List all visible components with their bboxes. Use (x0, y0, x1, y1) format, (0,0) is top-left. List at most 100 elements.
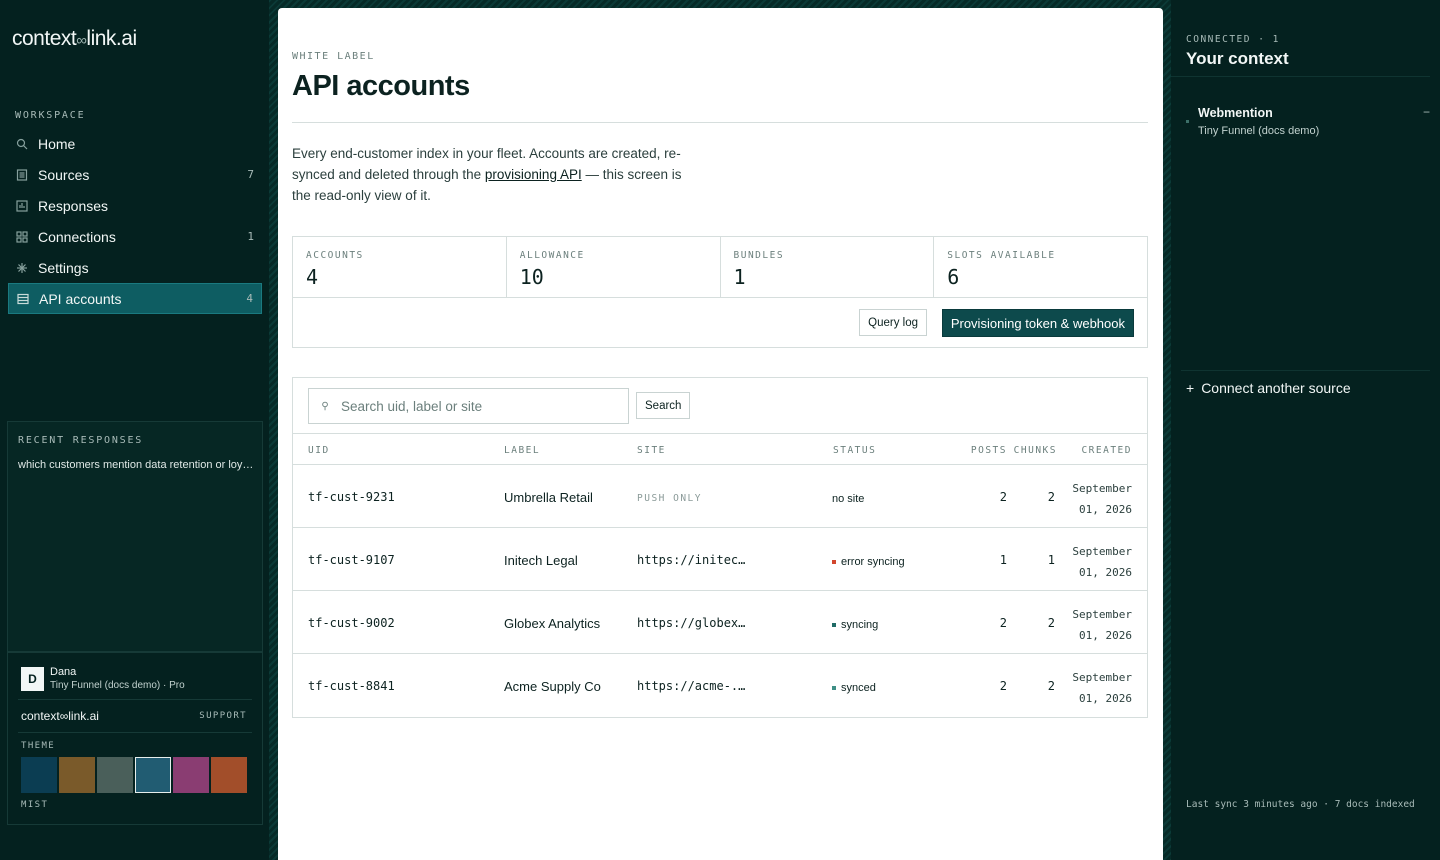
created-month: September (1072, 545, 1132, 558)
cell-status: no site (832, 493, 864, 505)
divider (1181, 370, 1430, 371)
cell-label: Umbrella Retail (504, 490, 593, 505)
sidebar-item-connections[interactable]: Connections 1 (8, 221, 262, 252)
status-text: no site (832, 493, 865, 505)
created-day-year: 01, 2026 (1079, 692, 1132, 705)
theme-swatch[interactable] (97, 757, 133, 793)
remove-source-button[interactable]: − (1423, 105, 1430, 119)
connected-count-label: CONNECTED · 1 (1186, 34, 1280, 45)
table-header: UID LABEL SITE STATUS POSTS CHUNKS CREAT… (293, 434, 1147, 465)
divider (1171, 76, 1430, 77)
sidebar-item-settings[interactable]: Settings (8, 252, 262, 283)
created-month: September (1072, 482, 1132, 495)
cell-created: September 01, 2026 (1042, 478, 1132, 520)
sidebar-item-label: Responses (38, 197, 109, 214)
theme-swatch[interactable] (173, 757, 209, 793)
stat-label: ALLOWANCE (519, 250, 585, 261)
cell-site[interactable]: https://initech-... (637, 553, 747, 567)
workspace-label: WORKSPACE (15, 110, 86, 121)
column-header-site[interactable]: SITE (637, 445, 666, 456)
stat-value: 6 (947, 265, 960, 289)
cell-site[interactable]: https://globex-... (637, 616, 747, 630)
page-eyebrow: WHITE LABEL (292, 51, 375, 62)
theme-swatch[interactable] (211, 757, 247, 793)
stat-value: 4 (306, 265, 319, 289)
sidebar-item-responses[interactable]: Responses (8, 190, 262, 221)
search-icon (16, 137, 30, 151)
stats-panel: ACCOUNTS 4 ALLOWANCE 10 BUNDLES 1 SLOTS … (292, 236, 1148, 348)
logo-text-right: link.ai (86, 27, 137, 50)
recent-responses-title: RECENT RESPONSES (18, 435, 144, 446)
table-row[interactable]: tf-cust-8841 Acme Supply Co https://acme… (293, 654, 1147, 717)
column-header-chunks[interactable]: CHUNKS (1014, 445, 1057, 456)
table-row[interactable]: tf-cust-9231 Umbrella Retail PUSH ONLY n… (293, 465, 1147, 528)
search-button[interactable]: Search (636, 392, 691, 419)
cell-uid: tf-cust-9231 (308, 490, 395, 504)
cell-site[interactable]: https://acme-... (637, 679, 747, 693)
status-dot (832, 686, 836, 690)
app-logo[interactable]: context∞link.ai (12, 27, 137, 51)
cell-posts: 1 (999, 553, 1007, 567)
sidebar-item-count: 1 (247, 230, 254, 243)
sidebar-item-sources[interactable]: Sources 7 (8, 159, 262, 190)
theme-swatch-selected[interactable] (135, 757, 171, 793)
column-header-uid[interactable]: UID (308, 445, 330, 456)
stats-actions: Query log Provisioning token & webhook (293, 298, 1147, 347)
context-panel: CONNECTED · 1 Your context Webmention Ti… (1171, 0, 1440, 860)
avatar[interactable]: D (21, 667, 44, 691)
divider (18, 699, 252, 700)
stat-label: SLOTS AVAILABLE (947, 250, 1056, 261)
provisioning-api-link[interactable]: provisioning API (485, 167, 582, 182)
divider (292, 122, 1148, 123)
accounts-table: ⚲ Search UID LABEL SITE STATUS POSTS CHU… (292, 377, 1148, 718)
cell-site: PUSH ONLY (637, 493, 702, 504)
search-input[interactable] (341, 398, 621, 414)
sidebar-item-label: Home (38, 135, 76, 152)
created-month: September (1072, 608, 1132, 621)
created-day-year: 01, 2026 (1079, 629, 1132, 642)
stat-bundles: BUNDLES 1 (721, 237, 935, 297)
stat-value: 10 (519, 265, 544, 289)
cell-posts: 2 (999, 490, 1007, 504)
column-header-posts[interactable]: POSTS (971, 445, 1007, 456)
cell-status: synced (832, 682, 876, 694)
context-title: Your context (1186, 49, 1289, 68)
plus-icon: + (1186, 380, 1195, 396)
sidebar-item-label: Sources (38, 166, 90, 183)
cell-status: error syncing (832, 556, 905, 568)
cell-uid: tf-cust-9107 (308, 553, 395, 567)
search-field[interactable]: ⚲ (308, 388, 629, 424)
cell-created: September 01, 2026 (1042, 541, 1132, 583)
column-header-label[interactable]: LABEL (504, 445, 540, 456)
provisioning-token-button[interactable]: Provisioning token & webhook (941, 309, 1134, 337)
status-text: syncing (841, 619, 879, 631)
sidebar-item-api-accounts[interactable]: API accounts 4 (8, 283, 262, 314)
logo-link-symbol: ∞ (76, 32, 87, 49)
support-link[interactable]: SUPPORT (199, 711, 247, 721)
last-sync-status: Last sync 3 minutes ago · 7 docs indexed (1186, 799, 1415, 810)
query-log-button[interactable]: Query log (859, 309, 927, 336)
column-header-created[interactable]: CREATED (1081, 445, 1132, 456)
sidebar-item-home[interactable]: Home (8, 128, 262, 159)
sidebar: context∞link.ai WORKSPACE Home Sources 7… (0, 0, 269, 860)
stats-row: ACCOUNTS 4 ALLOWANCE 10 BUNDLES 1 SLOTS … (293, 237, 1147, 298)
cell-created: September 01, 2026 (1042, 604, 1132, 646)
cell-created: September 01, 2026 (1042, 667, 1132, 709)
source-workspace: Tiny Funnel (docs demo) (1198, 125, 1320, 137)
main-content: WHITE LABEL API accounts Every end-custo… (278, 8, 1163, 860)
search-bar: ⚲ Search (293, 378, 1147, 434)
page-title: API accounts (292, 70, 470, 102)
stat-value: 1 (733, 265, 746, 289)
footer-logo: context∞link.ai (21, 709, 99, 723)
column-header-status[interactable]: STATUS (833, 445, 876, 456)
recent-response-item[interactable]: which customers mention data retention o… (18, 459, 254, 471)
logo-text-left: context (12, 27, 77, 50)
cell-uid: tf-cust-8841 (308, 679, 395, 693)
table-row[interactable]: tf-cust-9002 Globex Analytics https://gl… (293, 591, 1147, 654)
theme-swatch[interactable] (21, 757, 57, 793)
theme-swatch[interactable] (59, 757, 95, 793)
table-row[interactable]: tf-cust-9107 Initech Legal https://inite… (293, 528, 1147, 591)
cell-label: Acme Supply Co (504, 679, 601, 694)
connect-source-button[interactable]: + Connect another source (1186, 380, 1351, 396)
sidebar-item-label: Settings (38, 259, 89, 276)
